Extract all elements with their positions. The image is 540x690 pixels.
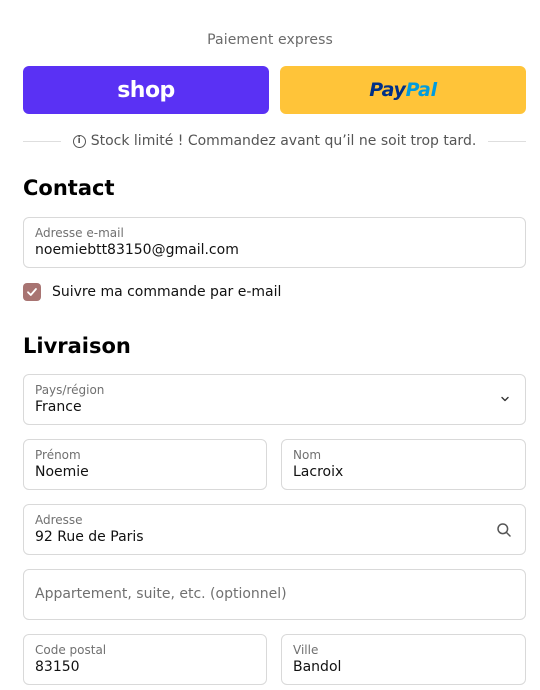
apartment-field[interactable]: Appartement, suite, etc. (optionnel) xyxy=(23,569,526,620)
divider-line-left xyxy=(23,140,61,142)
country-select[interactable]: Pays/région France xyxy=(23,374,526,425)
country-select-label: Pays/région xyxy=(35,383,105,397)
stock-notice-divider: i Stock limité ! Commandez avant qu’il n… xyxy=(23,131,526,151)
address-label: Adresse xyxy=(35,513,83,527)
address-field[interactable]: Adresse 92 Rue de Paris xyxy=(23,504,526,555)
express-checkout-title: Paiement express xyxy=(207,32,333,48)
info-icon: i xyxy=(72,134,86,148)
city-field[interactable]: Ville Bandol xyxy=(281,634,526,685)
email-field-label: Adresse e-mail xyxy=(35,226,124,240)
track-order-option[interactable]: Suivre ma commande par e-mail xyxy=(23,283,281,301)
email-field-value[interactable]: noemiebtt83150@gmail.com xyxy=(35,242,239,258)
shop-logo: shop xyxy=(117,77,175,103)
search-icon[interactable] xyxy=(496,522,512,538)
address-value[interactable]: 92 Rue de Paris xyxy=(35,529,144,545)
postal-code-field[interactable]: Code postal 83150 xyxy=(23,634,267,685)
last-name-label: Nom xyxy=(293,448,322,462)
contact-section-title: Contact xyxy=(23,176,115,200)
first-name-label: Prénom xyxy=(35,448,81,462)
stock-notice: i Stock limité ! Commandez avant qu’il n… xyxy=(61,133,489,149)
chevron-down-icon xyxy=(501,396,509,402)
stock-notice-text: Stock limité ! Commandez avant qu’il ne … xyxy=(90,133,477,149)
email-field[interactable]: Adresse e-mail noemiebtt83150@gmail.com xyxy=(23,217,526,268)
checkout-page: Paiement express shop PayPal i Stock lim… xyxy=(0,0,540,690)
postal-code-value[interactable]: 83150 xyxy=(35,659,80,675)
paypal-button[interactable]: PayPal xyxy=(280,66,526,114)
country-select-value[interactable]: France xyxy=(35,399,82,415)
shop-pay-button[interactable]: shop xyxy=(23,66,269,114)
paypal-logo-part-a: Pay xyxy=(369,79,406,101)
delivery-section-title: Livraison xyxy=(23,334,131,358)
last-name-value[interactable]: Lacroix xyxy=(293,464,343,480)
track-order-checkbox[interactable] xyxy=(23,283,41,301)
track-order-label: Suivre ma commande par e-mail xyxy=(52,284,282,300)
checkmark-icon xyxy=(27,288,37,296)
divider-line-right xyxy=(488,140,526,142)
first-name-value[interactable]: Noemie xyxy=(35,464,89,480)
city-label: Ville xyxy=(293,643,319,657)
paypal-logo: PayPal xyxy=(369,79,437,101)
postal-code-label: Code postal xyxy=(35,643,107,657)
first-name-field[interactable]: Prénom Noemie xyxy=(23,439,267,490)
paypal-logo-part-b: Pal xyxy=(405,79,437,101)
apartment-placeholder[interactable]: Appartement, suite, etc. (optionnel) xyxy=(35,586,287,602)
last-name-field[interactable]: Nom Lacroix xyxy=(281,439,526,490)
city-value[interactable]: Bandol xyxy=(293,659,341,675)
